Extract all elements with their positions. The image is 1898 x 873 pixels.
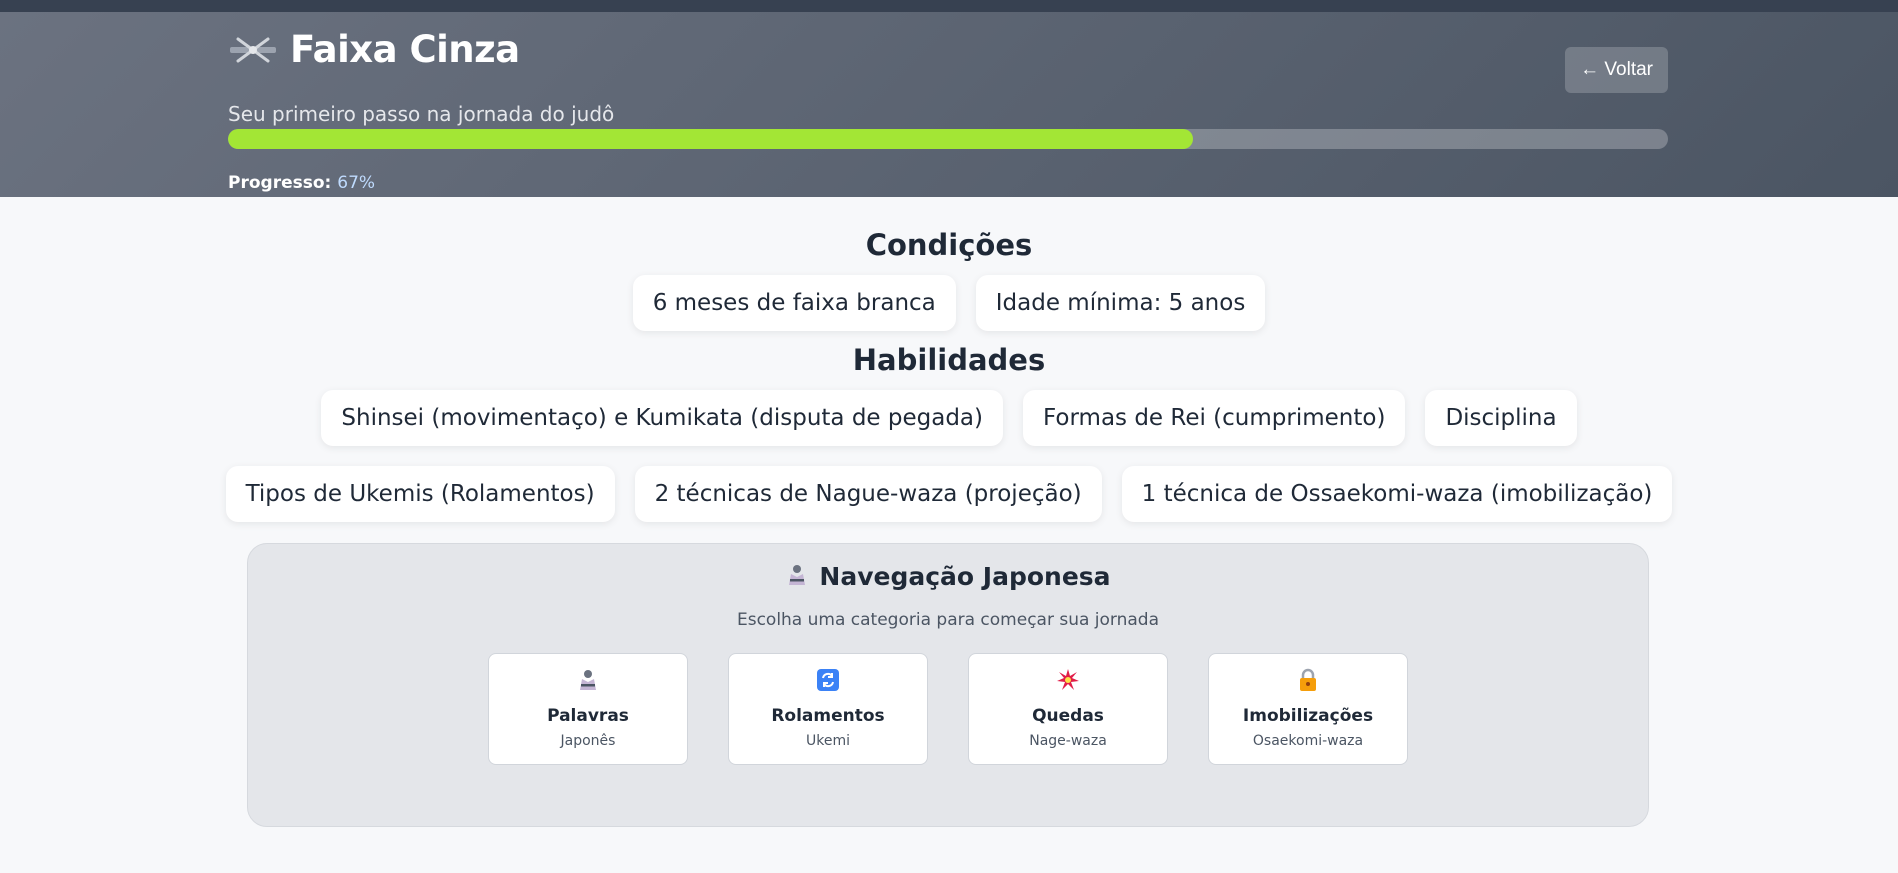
card-title: Rolamentos [771,706,885,726]
category-card-imobilizacoes[interactable]: Imobilizações Osaekomi-waza [1208,653,1408,765]
page-header: Faixa Cinza Seu primeiro passo na jornad… [0,12,1898,197]
nav-subtitle: Escolha uma categoria para começar sua j… [736,610,1160,630]
conditions-title: Condições [865,228,1033,262]
conditions-list: 6 meses de faixa branca Idade mínima: 5 … [0,275,1898,331]
card-subtitle: Japonês [560,733,616,749]
category-cards: Palavras Japonês Rolamentos Ukemi Quedas… [488,653,1408,765]
top-strip [0,0,1898,12]
progress-bar-fill [228,129,1193,149]
lock-icon [1209,668,1407,692]
belt-icon [228,35,278,65]
skill-chip: 1 técnica de Ossaekomi-waza (imobilizaçã… [1121,466,1673,522]
japanese-navigation-panel: Navegação Japonesa Escolha uma categoria… [247,543,1649,827]
card-title: Quedas [1032,706,1104,726]
refresh-icon [729,668,927,692]
skill-chip: Formas de Rei (cumprimento) [1023,390,1406,446]
page-title: Faixa Cinza [290,28,520,71]
nav-title: Navegação Japonesa [819,562,1111,591]
progress-label: Progresso: 67% [228,173,375,193]
condition-chip: 6 meses de faixa branca [632,275,956,331]
card-title: Palavras [547,706,629,726]
category-card-palavras[interactable]: Palavras Japonês [488,653,688,765]
judoka-icon [785,563,809,591]
skills-title: Habilidades [852,343,1046,377]
progress-label-text: Progresso: [228,173,332,193]
nav-title-row: Navegação Japonesa [248,562,1648,591]
category-card-quedas[interactable]: Quedas Nage-waza [968,653,1168,765]
progress-value: 67% [337,173,376,193]
skill-chip: 2 técnicas de Nague-waza (projeção) [634,466,1102,522]
progress-bar [228,129,1668,149]
card-title: Imobilizações [1242,706,1374,726]
card-subtitle: Ukemi [806,733,850,749]
skill-chip: Tipos de Ukemis (Rolamentos) [225,466,615,522]
header-content: Faixa Cinza Seu primeiro passo na jornad… [228,12,1668,197]
skill-chip: Disciplina [1425,390,1577,446]
card-subtitle: Nage-waza [1029,733,1107,749]
skill-chip: Shinsei (movimentaço) e Kumikata (disput… [321,390,1003,446]
skills-list-row-2: Tipos de Ukemis (Rolamentos) 2 técnicas … [0,466,1898,522]
back-button[interactable]: ← Voltar [1565,47,1668,93]
condition-chip: Idade mínima: 5 anos [975,275,1266,331]
category-card-rolamentos[interactable]: Rolamentos Ukemi [728,653,928,765]
burst-icon [969,668,1167,692]
title-row: Faixa Cinza [228,28,520,71]
page-subtitle: Seu primeiro passo na jornada do judô [228,102,615,126]
card-subtitle: Osaekomi-waza [1252,733,1364,749]
judoka-icon [489,668,687,692]
skills-list-row-1: Shinsei (movimentaço) e Kumikata (disput… [0,390,1898,446]
